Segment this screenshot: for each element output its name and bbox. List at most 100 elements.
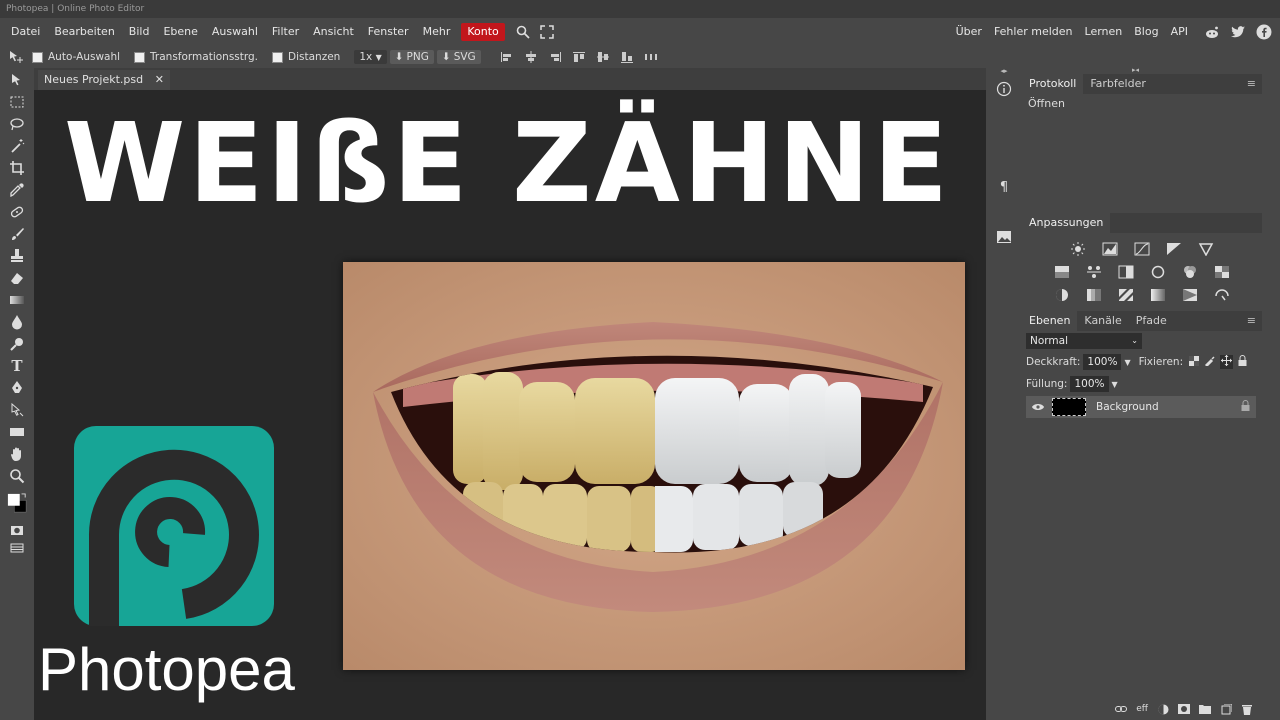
opacity-input[interactable]: 100% — [1083, 354, 1122, 370]
eraser-tool-icon[interactable] — [7, 268, 27, 288]
panel-menu-icon[interactable]: ≡ — [1247, 314, 1256, 327]
export-png-button[interactable]: ⬇ PNG — [389, 50, 434, 64]
pen-tool-icon[interactable] — [7, 378, 27, 398]
brush-tool-icon[interactable] — [7, 224, 27, 244]
align-top-icon[interactable] — [571, 50, 587, 64]
align-middle-icon[interactable] — [595, 50, 611, 64]
visibility-eye-icon[interactable] — [1032, 401, 1044, 414]
channel-mixer-icon[interactable] — [1182, 265, 1198, 279]
dodge-tool-icon[interactable] — [7, 334, 27, 354]
gradient-map-icon[interactable] — [1150, 288, 1166, 302]
move-tool-icon[interactable] — [7, 70, 27, 90]
menu-ansicht[interactable]: Ansicht — [306, 18, 361, 46]
hand-tool-icon[interactable] — [7, 444, 27, 464]
type-tool-icon[interactable]: T — [7, 356, 27, 376]
selective-color-icon[interactable] — [1182, 288, 1198, 302]
stamp-tool-icon[interactable] — [7, 246, 27, 266]
brightness-icon[interactable] — [1070, 242, 1086, 256]
tab-anpassungen[interactable]: Anpassungen — [1022, 213, 1111, 233]
threshold-icon[interactable] — [1118, 288, 1134, 302]
lock-pixels-icon[interactable] — [1205, 355, 1215, 369]
fill-dropdown-icon[interactable]: ▼ — [1112, 380, 1118, 389]
menu-filter[interactable]: Filter — [265, 18, 306, 46]
link-layers-icon[interactable] — [1115, 704, 1128, 714]
auto-select-checkbox[interactable]: Auto-Auswahl — [32, 51, 120, 63]
layer-mask-icon[interactable] — [1178, 704, 1190, 714]
facebook-icon[interactable] — [1256, 24, 1272, 40]
tab-kanaele[interactable]: Kanäle — [1077, 311, 1128, 331]
lock-all-icon[interactable] — [1238, 355, 1247, 369]
account-button[interactable]: Konto — [461, 23, 505, 41]
healing-brush-icon[interactable] — [7, 202, 27, 222]
link-api[interactable]: API — [1165, 18, 1194, 46]
menu-mehr[interactable]: Mehr — [416, 18, 458, 46]
align-center-icon[interactable] — [523, 50, 539, 64]
vibrance-icon[interactable] — [1198, 242, 1214, 256]
link-fehler-melden[interactable]: Fehler melden — [988, 18, 1079, 46]
eyedropper-icon[interactable] — [7, 180, 27, 200]
levels-icon[interactable] — [1102, 242, 1118, 256]
reddit-icon[interactable] — [1204, 24, 1220, 40]
export-svg-button[interactable]: ⬇ SVG — [436, 50, 481, 64]
new-layer-icon[interactable] — [1220, 703, 1232, 714]
menu-ebene[interactable]: Ebene — [156, 18, 204, 46]
curves-icon[interactable] — [1134, 242, 1150, 256]
new-group-icon[interactable] — [1199, 704, 1211, 714]
color-swatches[interactable] — [7, 490, 27, 516]
tab-farbfelder[interactable]: Farbfelder — [1083, 74, 1153, 94]
replace-color-icon[interactable] — [1214, 288, 1230, 302]
opacity-dropdown-icon[interactable]: ▼ — [1124, 358, 1130, 367]
tab-pfade[interactable]: Pfade — [1129, 311, 1174, 331]
layer-row[interactable]: Background — [1026, 396, 1256, 418]
history-item[interactable]: Öffnen — [1028, 97, 1065, 110]
gradient-tool-icon[interactable] — [7, 290, 27, 310]
collapse-arrows-icon[interactable]: ◂▸ — [993, 66, 1015, 76]
exposure-icon[interactable] — [1166, 242, 1182, 256]
link-ueber[interactable]: Über — [950, 18, 988, 46]
info-icon[interactable] — [993, 78, 1015, 100]
menu-auswahl[interactable]: Auswahl — [205, 18, 265, 46]
delete-layer-icon[interactable] — [1241, 704, 1253, 715]
tab-protokoll[interactable]: Protokoll — [1022, 74, 1084, 94]
layer-effects-icon[interactable]: eff — [1136, 704, 1148, 714]
menu-datei[interactable]: Datei — [4, 18, 47, 46]
image-icon[interactable] — [993, 226, 1015, 248]
link-lernen[interactable]: Lernen — [1079, 18, 1129, 46]
lock-transparency-icon[interactable] — [1189, 355, 1200, 369]
color-balance-icon[interactable] — [1086, 265, 1102, 279]
collapse-arrows-icon[interactable]: ▸◂ — [1132, 66, 1139, 74]
fill-input[interactable]: 100% — [1070, 376, 1109, 392]
menu-bild[interactable]: Bild — [122, 18, 157, 46]
panel-menu-icon[interactable]: ≡ — [1247, 77, 1256, 90]
quick-mask-icon[interactable] — [7, 520, 27, 540]
align-right-icon[interactable] — [547, 50, 563, 64]
menu-bearbeiten[interactable]: Bearbeiten — [47, 18, 121, 46]
black-white-icon[interactable] — [1118, 265, 1134, 279]
screen-mode-icon[interactable] — [7, 538, 27, 558]
twitter-icon[interactable] — [1230, 24, 1246, 40]
search-icon[interactable] — [515, 25, 531, 39]
distribute-icon[interactable] — [643, 50, 659, 64]
align-bottom-icon[interactable] — [619, 50, 635, 64]
color-lookup-icon[interactable] — [1214, 265, 1230, 279]
tab-ebenen[interactable]: Ebenen — [1022, 311, 1078, 331]
lasso-tool-icon[interactable] — [7, 114, 27, 134]
document-tab[interactable]: Neues Projekt.psd ✕ — [38, 70, 170, 90]
crop-tool-icon[interactable] — [7, 158, 27, 178]
close-icon[interactable]: ✕ — [155, 70, 164, 90]
distances-checkbox[interactable]: Distanzen — [272, 51, 340, 63]
transform-controls-checkbox[interactable]: Transformationsstrg. — [134, 51, 258, 63]
hue-saturation-icon[interactable] — [1054, 265, 1070, 279]
adjustment-layer-icon[interactable] — [1157, 704, 1169, 714]
align-left-icon[interactable] — [499, 50, 515, 64]
rectangle-tool-icon[interactable] — [7, 422, 27, 442]
fullscreen-icon[interactable] — [539, 25, 555, 39]
marquee-tool-icon[interactable] — [7, 92, 27, 112]
path-select-icon[interactable] — [7, 400, 27, 420]
canvas-area[interactable]: WEIßE ZÄHNE Photopea — [34, 90, 986, 720]
zoom-tool-icon[interactable] — [7, 466, 27, 486]
lock-position-icon[interactable] — [1220, 355, 1234, 369]
right-scrollbar[interactable] — [1262, 68, 1280, 720]
photo-filter-icon[interactable] — [1150, 265, 1166, 279]
paragraph-icon[interactable]: ¶ — [993, 176, 1015, 198]
